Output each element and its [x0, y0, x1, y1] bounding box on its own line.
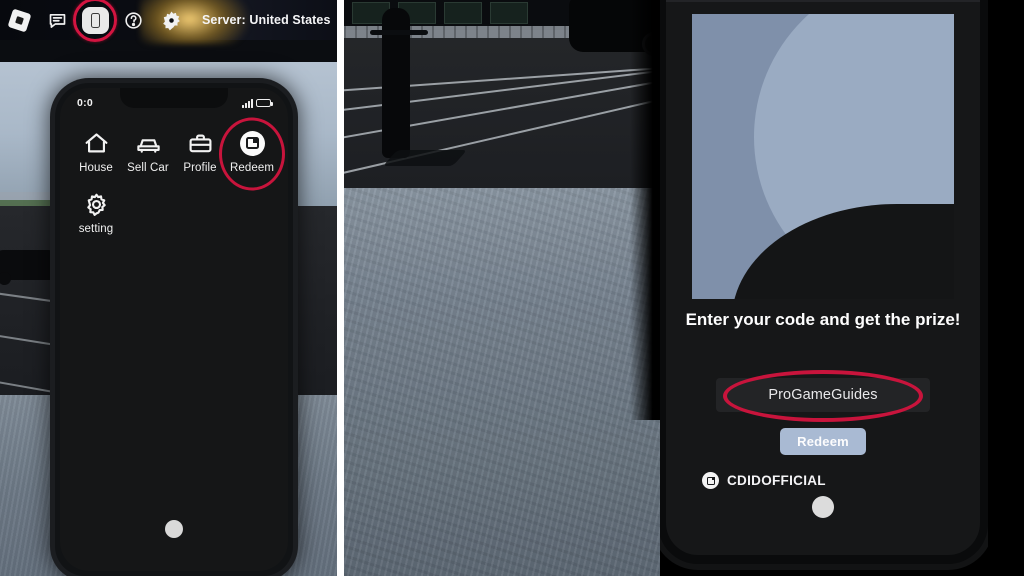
- topbar-settings-button[interactable]: [152, 0, 190, 40]
- building-silhouette: [0, 40, 340, 62]
- house-icon: [82, 129, 110, 157]
- app-house[interactable]: House: [70, 122, 122, 183]
- account-name: CDIDOFFICIAL: [727, 473, 826, 488]
- status-clock: 0:0: [77, 97, 94, 109]
- scene-edge-shadow: [630, 0, 660, 420]
- redeem-button[interactable]: Redeem: [780, 428, 866, 455]
- app-label: setting: [78, 223, 114, 235]
- redeem-ticket-glyph: [706, 476, 715, 485]
- in-game-phone-left: 0:0 House Sell Car Profile Redeem settin…: [55, 83, 293, 576]
- prize-image: [692, 14, 954, 299]
- settings-gear-icon: [162, 11, 180, 30]
- help-icon: [124, 11, 142, 29]
- window: [490, 2, 528, 24]
- signal-bars-icon: [242, 98, 253, 108]
- in-game-phone-right: Redeem Code Enter your code and get the …: [660, 0, 988, 564]
- app-label: Redeem: [229, 162, 275, 174]
- panel-divider-1: [337, 0, 344, 576]
- phone-status-bar: 0:0: [60, 95, 288, 111]
- redeem-ticket-icon: [702, 472, 719, 489]
- redeem-badge: [239, 130, 265, 156]
- briefcase-icon: [186, 129, 214, 157]
- status-icons: [242, 98, 273, 108]
- panel-right-redeem-view: Redeem Code Enter your code and get the …: [660, 0, 1024, 576]
- code-input[interactable]: ProGameGuides: [716, 378, 930, 412]
- screenshot-root: 0:0 House Sell Car Profile Redeem settin…: [0, 0, 1024, 576]
- topbar-phone-button[interactable]: [73, 0, 117, 42]
- redeem-badge-inner: [245, 137, 259, 149]
- phone-screen-left: 0:0 House Sell Car Profile Redeem settin…: [60, 88, 288, 571]
- right-edge-shadow: [988, 0, 1024, 576]
- app-redeem[interactable]: Redeem: [219, 117, 285, 191]
- redeem-code-header: Redeem Code: [666, 0, 980, 2]
- app-label: Profile: [183, 162, 217, 174]
- roblox-topbar: Server: United States: [0, 0, 340, 44]
- phone-icon: [81, 6, 109, 34]
- car-icon: [134, 129, 162, 157]
- phone-app-grid: House Sell Car Profile Redeem setting: [60, 117, 288, 244]
- home-indicator-left[interactable]: [165, 520, 183, 538]
- server-label: Server: United States: [202, 13, 331, 27]
- topbar-help-button[interactable]: [114, 0, 152, 40]
- character-silhouette: [370, 8, 428, 158]
- chat-icon: [49, 13, 65, 28]
- home-indicator-right[interactable]: [812, 496, 834, 518]
- window: [444, 2, 482, 24]
- character-shadow: [382, 150, 468, 166]
- topbar-roblox-button[interactable]: [0, 0, 38, 40]
- app-setting[interactable]: setting: [70, 183, 122, 244]
- phone-screen-right: Redeem Code Enter your code and get the …: [666, 0, 980, 555]
- app-sell-car[interactable]: Sell Car: [122, 122, 174, 183]
- panel-middle-game-view: [344, 0, 660, 576]
- app-profile[interactable]: Profile: [174, 122, 226, 183]
- phone-icon-glyph: [90, 12, 100, 28]
- concrete-ground: [344, 188, 660, 576]
- topbar-chat-button[interactable]: [38, 0, 76, 40]
- app-label: House: [79, 162, 113, 174]
- code-input-value: ProGameGuides: [768, 387, 878, 403]
- battery-icon: [256, 98, 273, 108]
- gear-icon: [82, 190, 110, 218]
- redeem-caption: Enter your code and get the prize!: [685, 310, 961, 329]
- roblox-logo-icon: [7, 8, 31, 32]
- account-footer: CDIDOFFICIAL: [702, 472, 826, 489]
- panel-left-game-view: 0:0 House Sell Car Profile Redeem settin…: [0, 0, 340, 576]
- app-label: Sell Car: [127, 162, 169, 174]
- redeem-ticket-icon: [238, 129, 266, 157]
